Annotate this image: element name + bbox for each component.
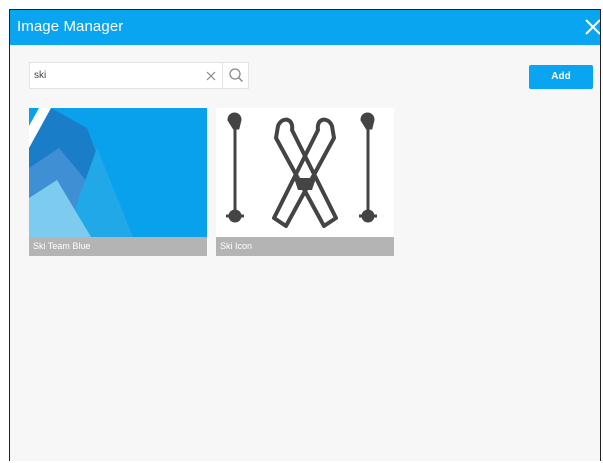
- skis-and-poles-icon: [216, 108, 394, 237]
- image-tile-ski-icon[interactable]: Ski Icon: [216, 108, 394, 256]
- blue-mountains-thumbnail: [29, 108, 207, 237]
- image-manager-dialog: Image Manager Add: [9, 9, 601, 461]
- clear-x-icon[interactable]: [205, 69, 217, 83]
- search-box: [29, 62, 249, 89]
- search-input[interactable]: [30, 63, 204, 88]
- add-button[interactable]: Add: [529, 65, 593, 89]
- image-tile-ski-team-blue[interactable]: Ski Team Blue: [29, 108, 207, 256]
- image-label: Ski Team Blue: [29, 237, 207, 256]
- image-label: Ski Icon: [216, 237, 394, 256]
- magnifier-icon[interactable]: [222, 63, 250, 88]
- dialog-titlebar: Image Manager: [10, 10, 600, 45]
- dialog-title: Image Manager: [17, 18, 124, 35]
- close-icon[interactable]: [582, 15, 600, 39]
